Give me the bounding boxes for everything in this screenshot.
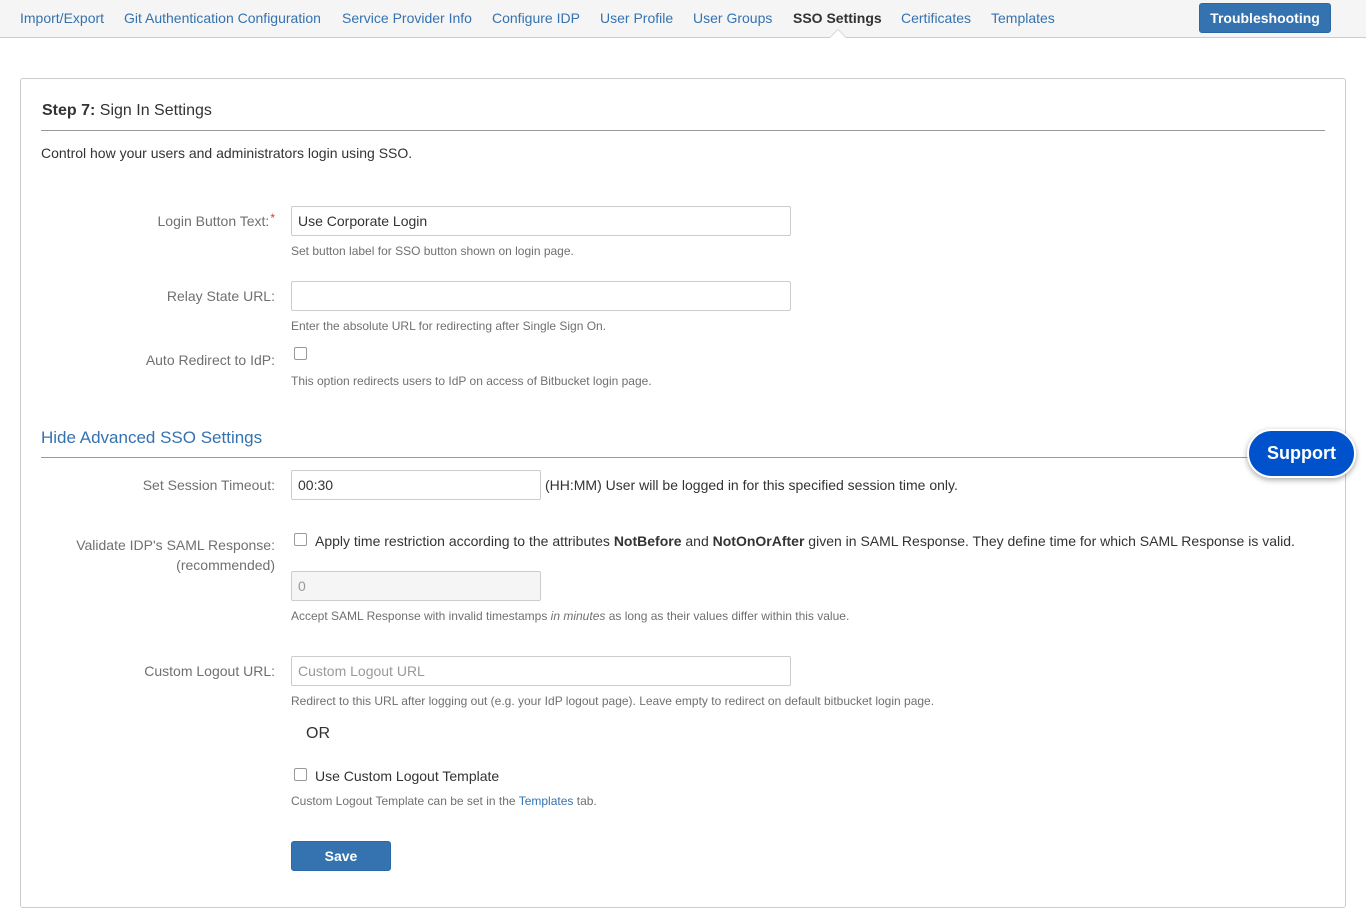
support-button[interactable]: Support [1247, 429, 1356, 478]
or-separator: OR [306, 725, 330, 742]
session-timeout-label: Set Session Timeout: [142, 477, 275, 493]
step-title: Sign In Settings [99, 102, 212, 119]
tab-sso-settings[interactable]: SSO Settings [793, 10, 882, 26]
attr-notonorafter: NotOnOrAfter [712, 533, 805, 549]
auto-redirect-help: This option redirects users to IdP on ac… [291, 374, 652, 388]
auto-redirect-label: Auto Redirect to IdP: [145, 352, 275, 368]
tab-user-groups[interactable]: User Groups [693, 10, 772, 26]
relay-state-url-help: Enter the absolute URL for redirecting a… [291, 319, 607, 333]
custom-logout-template-help: Custom Logout Template can be set in the… [291, 794, 597, 808]
validate-saml-text: Apply time restriction according to the … [315, 533, 1295, 549]
templates-link[interactable]: Templates [519, 794, 574, 808]
login-button-text-help: Set button label for SSO button shown on… [291, 244, 574, 258]
login-button-text-label: Login Button Text:* [157, 211, 276, 229]
validate-saml-label: Validate IDP's SAML Response: (recommende… [76, 537, 275, 573]
tab-import-export[interactable]: Import/Export [20, 10, 104, 26]
session-timeout-hint: (HH:MM) User will be logged in for this … [545, 477, 958, 493]
attr-notbefore: NotBefore [613, 533, 682, 549]
save-button[interactable]: Save [291, 841, 391, 871]
tab-configure-idp[interactable]: Configure IDP [492, 10, 580, 26]
tab-user-profile[interactable]: User Profile [600, 10, 673, 26]
step-number: Step 7: [42, 102, 96, 119]
custom-logout-url-label: Custom Logout URL: [144, 663, 275, 679]
troubleshooting-button[interactable]: Troubleshooting [1199, 3, 1331, 33]
login-button-text-input[interactable] [291, 206, 791, 236]
tab-service-provider-info[interactable]: Service Provider Info [342, 10, 472, 26]
active-tab-indicator [829, 29, 847, 38]
step-heading: Step 7: Sign In Settings [42, 102, 212, 120]
auto-redirect-checkbox[interactable] [294, 347, 307, 360]
tab-git-authentication-configuration[interactable]: Git Authentication Configuration [124, 10, 321, 26]
custom-logout-url-input[interactable] [291, 656, 791, 686]
validate-saml-checkbox[interactable] [294, 533, 307, 546]
relay-state-url-label: Relay State URL: [166, 288, 275, 304]
use-custom-logout-template-label: Use Custom Logout Template [315, 768, 500, 784]
hide-advanced-settings-link[interactable]: Hide Advanced SSO Settings [41, 428, 262, 448]
top-navigation: Import/Export Git Authentication Configu… [0, 0, 1366, 38]
heading-divider [41, 130, 1325, 131]
tab-templates[interactable]: Templates [991, 10, 1055, 26]
use-custom-logout-template-checkbox[interactable] [294, 768, 307, 781]
required-marker: * [270, 211, 275, 225]
timestamp-tolerance-help: Accept SAML Response with invalid timest… [291, 609, 850, 623]
custom-logout-url-help: Redirect to this URL after logging out (… [291, 694, 935, 708]
tab-certificates[interactable]: Certificates [901, 10, 971, 26]
step-description: Control how your users and administrator… [41, 145, 413, 161]
timestamp-tolerance-input[interactable] [291, 571, 541, 601]
session-timeout-input[interactable] [291, 470, 541, 500]
advanced-divider [41, 457, 1281, 458]
relay-state-url-input[interactable] [291, 281, 791, 311]
